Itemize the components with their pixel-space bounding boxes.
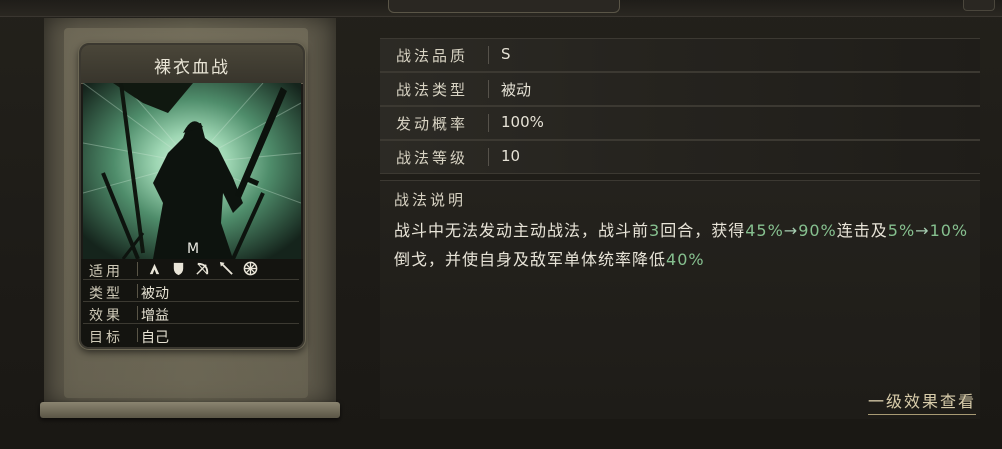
chance-value: 100% — [501, 113, 544, 131]
card-title-bar: 裸衣血战 — [81, 45, 303, 84]
detail-row-type: 战法类型 被动 — [380, 72, 980, 106]
desc-arrow: → — [915, 221, 930, 240]
info-row-suitable: 适用 — [83, 259, 299, 280]
level-label: 战法等级 — [396, 149, 469, 167]
level-value: 10 — [501, 147, 521, 165]
siege-wheel-icon — [243, 261, 258, 276]
effect-label: 效果 — [89, 308, 123, 324]
skill-details-panel: 战法品质 S 战法类型 被动 发动概率 100% 战法等级 10 战法说明 战斗… — [378, 38, 980, 419]
description-box: 战法说明 战斗中无法发动主动战法，战斗前3回合，获得45%→90%连击及5%→1… — [380, 180, 980, 419]
spear-icon — [219, 261, 233, 275]
first-level-effect-link[interactable]: 一级效果查看 — [867, 388, 976, 415]
scroll-rod — [40, 402, 340, 418]
description-text: 战斗中无法发动主动战法，战斗前3回合，获得45%→90%连击及5%→10%倒戈，… — [394, 216, 974, 274]
row-separator — [488, 114, 489, 132]
effect-value: 增益 — [141, 308, 169, 324]
card-info-table: 适用 类型 被动 效果 增益 目标 自己 — [81, 259, 303, 347]
detail-row-level: 战法等级 10 — [380, 140, 980, 174]
info-separator — [137, 306, 138, 320]
desc-text-seg: 倒戈，并使自身及敌军单体统率降低 — [394, 250, 667, 269]
description-title: 战法说明 — [394, 191, 467, 209]
desc-turncoat-max: 10% — [929, 221, 969, 240]
info-separator — [137, 262, 138, 276]
desc-arrow: → — [783, 221, 799, 240]
type-label: 类型 — [89, 286, 123, 302]
desc-combo-min: 45% — [745, 221, 784, 240]
desc-text-seg: 战斗中无法发动主动战法，战斗前 — [394, 221, 650, 240]
top-ornament — [388, 0, 620, 13]
quality-label: 战法品质 — [396, 47, 469, 65]
desc-rounds-value: 3 — [649, 221, 661, 240]
info-row-effect: 效果 增益 — [83, 303, 299, 324]
info-row-target: 目标 自己 — [83, 325, 299, 346]
shield-icon — [173, 262, 184, 276]
info-separator — [137, 328, 138, 342]
warrior-artwork-icon: M — [83, 83, 301, 259]
desc-command-reduction: 40% — [666, 250, 705, 269]
info-separator — [137, 284, 138, 298]
type-label: 战法类型 — [396, 81, 469, 99]
skill-artwork: M — [83, 83, 301, 259]
type-value: 被动 — [141, 286, 169, 302]
target-label: 目标 — [89, 330, 123, 346]
bow-icon — [196, 262, 209, 275]
svg-text:M: M — [187, 241, 199, 257]
quality-value: S — [501, 45, 511, 63]
detail-row-quality: 战法品质 S — [380, 38, 980, 72]
target-value: 自己 — [141, 330, 169, 346]
row-separator — [488, 80, 489, 98]
desc-combo-max: 90% — [798, 221, 837, 240]
type-value: 被动 — [501, 81, 532, 99]
desc-turncoat-min: 5% — [887, 221, 916, 240]
suitable-label: 适用 — [89, 264, 123, 280]
row-separator — [488, 148, 489, 166]
desc-text-seg: 回合，获得 — [660, 221, 746, 240]
chance-label: 发动概率 — [396, 115, 469, 133]
info-row-type: 类型 被动 — [83, 281, 299, 302]
row-separator — [488, 46, 489, 64]
top-ornament-right — [963, 0, 995, 11]
detail-row-chance: 发动概率 100% — [380, 106, 980, 140]
skill-card: 裸衣血战 M 适用 类型 被动 效果 增益 目标 自己 — [79, 43, 305, 349]
desc-text-seg: 连击及 — [836, 221, 888, 240]
spear-cavalry-icon — [149, 263, 160, 275]
skill-name: 裸衣血战 — [154, 58, 230, 78]
